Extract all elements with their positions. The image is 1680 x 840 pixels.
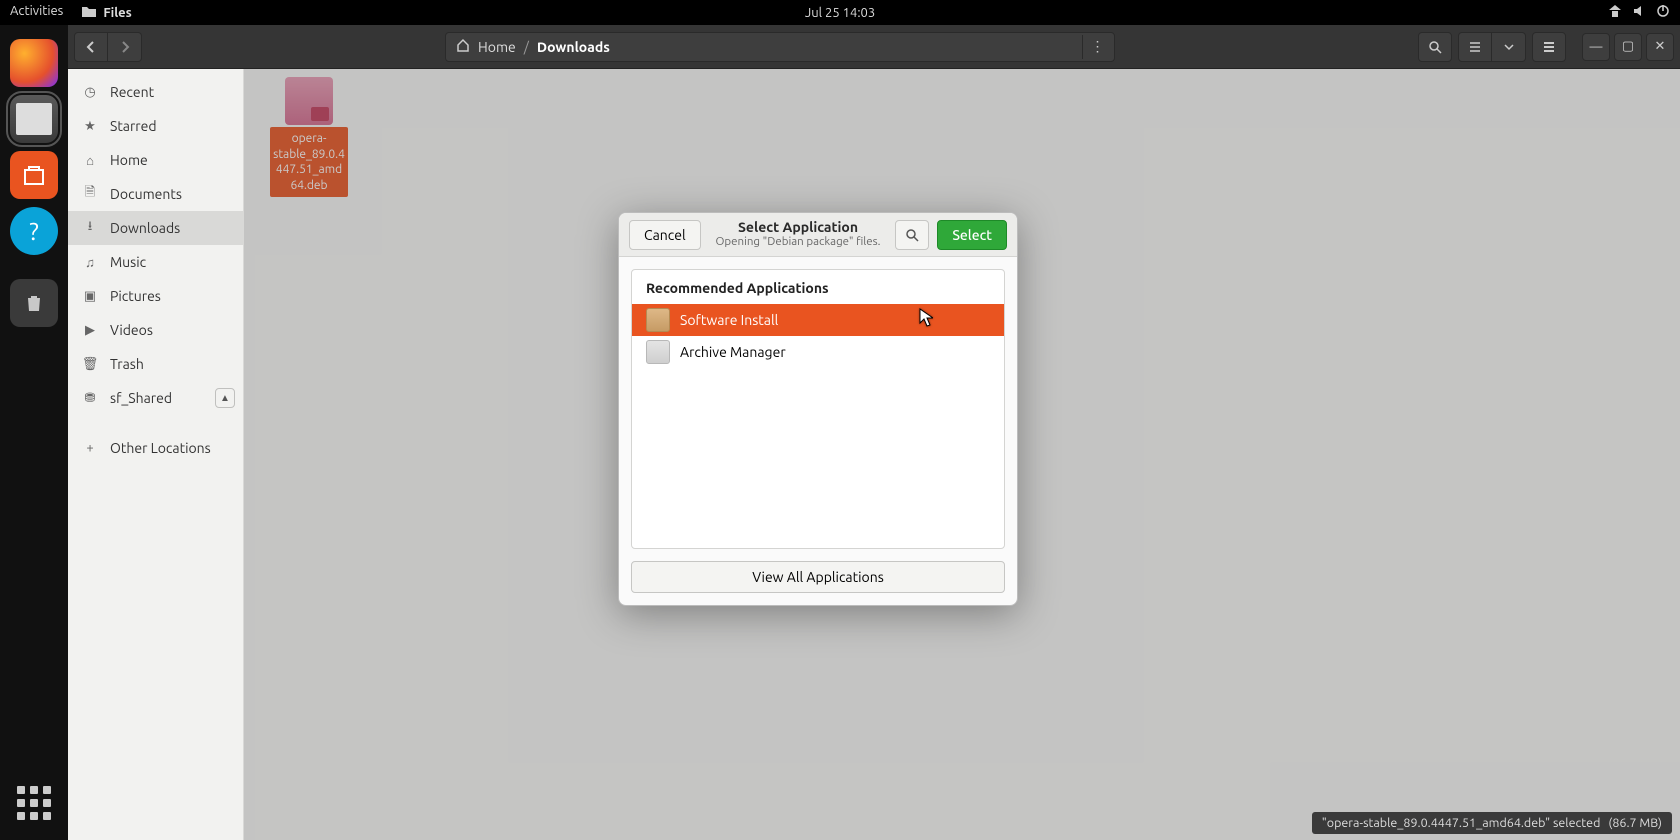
- recommended-heading: Recommended Applications: [632, 270, 1004, 304]
- sidebar-label: Documents: [110, 186, 182, 202]
- dock-firefox-icon[interactable]: [10, 39, 58, 87]
- clock[interactable]: Jul 25 14:03: [805, 6, 875, 20]
- dialog-subtitle: Opening "Debian package" files.: [709, 236, 888, 249]
- path-home[interactable]: Home: [478, 39, 516, 55]
- activities-button[interactable]: Activities: [10, 4, 63, 21]
- sidebar-item-pictures[interactable]: ▣ Pictures: [68, 279, 243, 313]
- trash-icon: 🗑: [82, 356, 98, 372]
- pathbar: Home / Downloads ⋮: [148, 32, 1412, 62]
- status-bar: "opera-stable_89.0.4447.51_amd64.deb" se…: [1312, 812, 1672, 834]
- sidebar-label: Videos: [110, 322, 153, 338]
- dock-software-icon[interactable]: [10, 151, 58, 199]
- sidebar-item-home[interactable]: ⌂ Home: [68, 143, 243, 177]
- sidebar-label: Pictures: [110, 288, 161, 304]
- sidebar-item-documents[interactable]: 🗎 Documents: [68, 177, 243, 211]
- files-app-icon: [81, 4, 97, 21]
- dock: ?: [0, 25, 68, 840]
- forward-button[interactable]: [108, 32, 142, 62]
- sidebar-item-downloads[interactable]: ⭳ Downloads: [68, 211, 243, 245]
- status-text: "opera-stable_89.0.4447.51_amd64.deb" se…: [1322, 816, 1601, 830]
- power-icon[interactable]: [1656, 4, 1670, 21]
- search-button[interactable]: [1418, 32, 1452, 62]
- dialog-title: Select Application: [709, 220, 888, 235]
- sidebar-label: sf_Shared: [110, 390, 172, 406]
- sidebar-label: Trash: [110, 356, 144, 372]
- software-install-icon: [646, 308, 670, 332]
- maximize-button[interactable]: ▢: [1614, 33, 1642, 61]
- home-icon: ⌂: [82, 152, 98, 168]
- dock-trash-icon[interactable]: [10, 279, 58, 327]
- sidebar-item-starred[interactable]: ★ Starred: [68, 109, 243, 143]
- pathbar-inner[interactable]: Home / Downloads ⋮: [445, 32, 1115, 62]
- app-row-software-install[interactable]: Software Install: [632, 304, 1004, 336]
- current-app-menu[interactable]: Files: [81, 4, 131, 21]
- gnome-top-panel: Activities Files Jul 25 14:03: [0, 0, 1680, 25]
- eject-icon[interactable]: ▲: [215, 388, 235, 408]
- status-size: (86.7 MB): [1608, 816, 1662, 830]
- sidebar-item-videos[interactable]: ▶ Videos: [68, 313, 243, 347]
- dock-help-icon[interactable]: ?: [10, 207, 58, 255]
- dialog-header: Cancel Select Application Opening "Debia…: [619, 213, 1017, 257]
- minimize-button[interactable]: —: [1582, 33, 1610, 61]
- cancel-button[interactable]: Cancel: [629, 220, 701, 250]
- back-button[interactable]: [74, 32, 108, 62]
- home-icon: [456, 38, 470, 55]
- sidebar-item-music[interactable]: ♫ Music: [68, 245, 243, 279]
- sidebar-label: Other Locations: [110, 440, 211, 456]
- view-list-button[interactable]: [1458, 32, 1492, 62]
- show-applications-button[interactable]: [13, 782, 55, 824]
- pictures-icon: ▣: [82, 288, 98, 304]
- sidebar-label: Downloads: [110, 220, 180, 236]
- select-button[interactable]: Select: [937, 220, 1007, 250]
- volume-icon[interactable]: [1632, 4, 1646, 21]
- app-label: Software Install: [680, 312, 778, 328]
- network-icon[interactable]: [1608, 4, 1622, 21]
- dialog-search-button[interactable]: [895, 220, 929, 250]
- nav-buttons: [74, 32, 142, 62]
- sidebar-item-recent[interactable]: ◷ Recent: [68, 75, 243, 109]
- sidebar-label: Music: [110, 254, 146, 270]
- current-app-label: Files: [103, 6, 131, 20]
- documents-icon: 🗎: [82, 186, 98, 202]
- view-options-button[interactable]: [1492, 32, 1526, 62]
- sidebar-item-trash[interactable]: 🗑 Trash: [68, 347, 243, 381]
- hamburger-menu-button[interactable]: [1532, 32, 1566, 62]
- path-menu-button[interactable]: ⋮: [1082, 35, 1112, 59]
- recommended-apps-list: Recommended Applications Software Instal…: [631, 269, 1005, 549]
- files-headerbar: Home / Downloads ⋮ — ▢ ✕: [68, 25, 1680, 69]
- clock-icon: ◷: [82, 84, 98, 100]
- app-row-archive-manager[interactable]: Archive Manager: [632, 336, 1004, 368]
- select-application-dialog: Cancel Select Application Opening "Debia…: [618, 212, 1018, 606]
- places-sidebar: ◷ Recent ★ Starred ⌂ Home 🗎 Documents ⭳ Downl…: [68, 69, 244, 840]
- close-button[interactable]: ✕: [1646, 33, 1674, 61]
- sidebar-item-sfshared[interactable]: ⛃ sf_Shared ▲: [68, 381, 243, 415]
- sidebar-label: Recent: [110, 84, 154, 100]
- videos-icon: ▶: [82, 322, 98, 338]
- music-icon: ♫: [82, 254, 98, 270]
- sidebar-label: Home: [110, 152, 148, 168]
- path-separator: /: [524, 39, 529, 55]
- sidebar-item-other-locations[interactable]: + Other Locations: [68, 431, 243, 465]
- view-all-applications-button[interactable]: View All Applications: [631, 561, 1005, 593]
- dock-files-icon[interactable]: [10, 95, 58, 143]
- downloads-icon: ⭳: [82, 220, 98, 236]
- path-current[interactable]: Downloads: [537, 39, 610, 55]
- star-icon: ★: [82, 118, 98, 134]
- archive-manager-icon: [646, 340, 670, 364]
- sidebar-label: Starred: [110, 118, 157, 134]
- plus-icon: +: [82, 440, 98, 456]
- app-label: Archive Manager: [680, 344, 786, 360]
- drive-icon: ⛃: [82, 390, 98, 406]
